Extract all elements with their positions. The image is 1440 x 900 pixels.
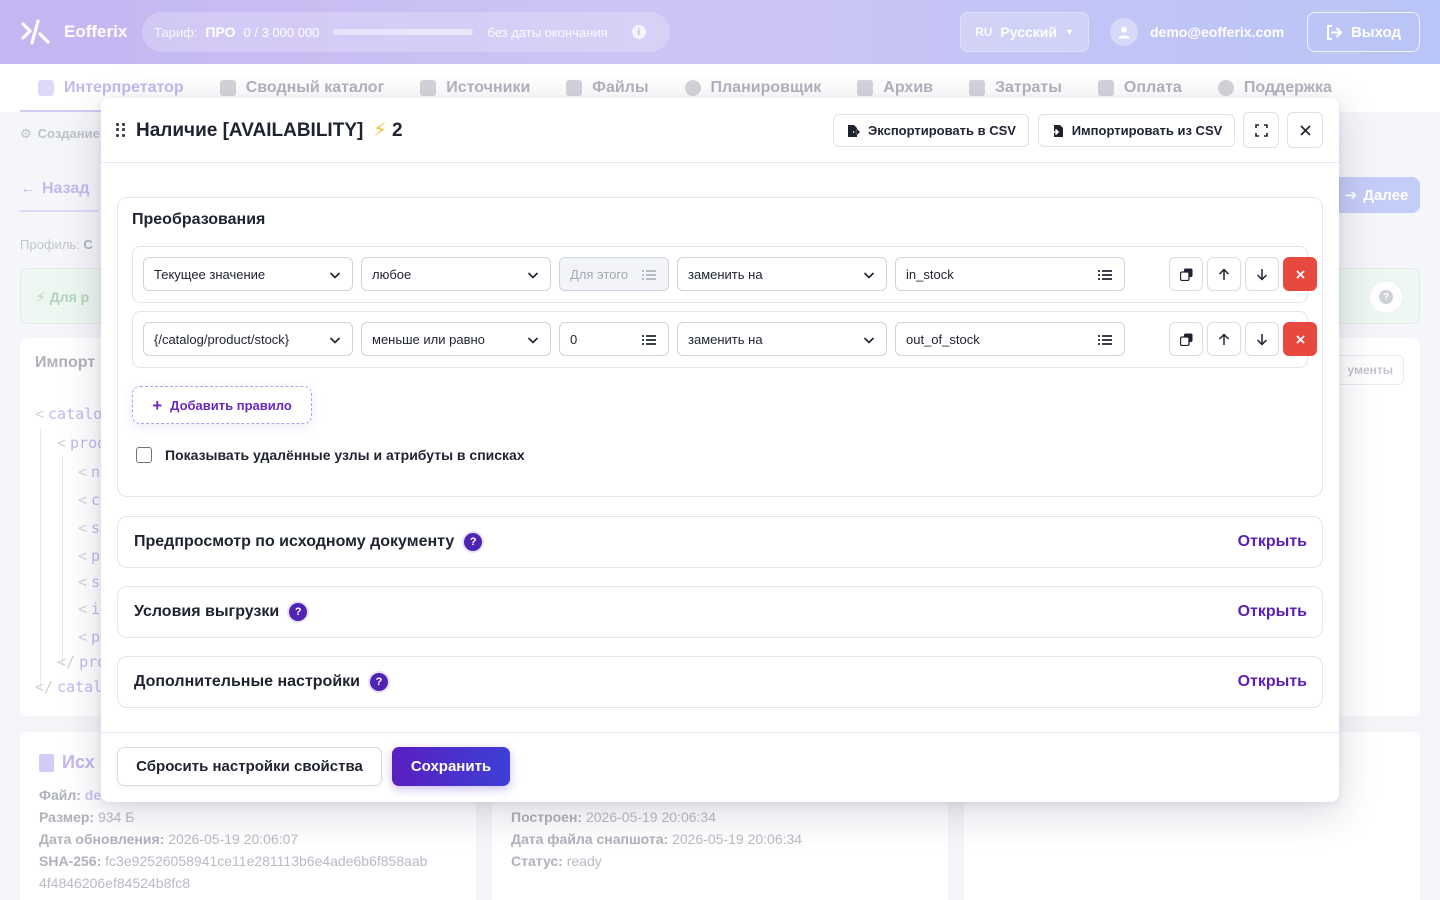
import-icon <box>1051 124 1063 137</box>
move-down-button[interactable] <box>1245 257 1279 291</box>
accordion-title-text: Условия выгрузки <box>134 603 280 620</box>
select-value: заменить на <box>688 331 763 347</box>
chevron-down-icon <box>527 272 539 279</box>
plus-icon: + <box>152 395 163 415</box>
input-value: 0 <box>570 331 578 347</box>
arrow-down-icon <box>1256 268 1268 281</box>
rule-action-select[interactable]: заменить на <box>677 257 887 291</box>
add-rule-button[interactable]: + Добавить правило <box>132 386 312 424</box>
lightning-icon: ⚡ 2 <box>373 120 403 141</box>
accordion-title: Предпросмотр по исходному документу? <box>134 533 483 551</box>
fullscreen-button[interactable] <box>1243 112 1279 148</box>
select-value: {/catalog/product/stock} <box>154 331 290 347</box>
accordion-preview[interactable]: Предпросмотр по исходному документу? Отк… <box>117 516 1323 568</box>
rule-source-select[interactable]: {/catalog/product/stock} <box>143 322 353 356</box>
select-value: Текущее значение <box>154 266 266 282</box>
rule-result-input[interactable]: in_stock <box>895 257 1125 291</box>
copy-icon <box>1179 268 1192 281</box>
expand-icon <box>1254 123 1268 137</box>
accordion-advanced-settings[interactable]: Дополнительные настройки? Открыть <box>117 656 1323 708</box>
rule-row: {/catalog/product/stock} меньше или равн… <box>132 311 1317 368</box>
duplicate-rule-button[interactable] <box>1169 257 1203 291</box>
accordion-open-link[interactable]: Открыть <box>1238 603 1307 621</box>
select-value: любое <box>372 266 412 282</box>
chevron-down-icon <box>527 337 539 344</box>
delete-rule-button[interactable] <box>1283 322 1317 356</box>
export-icon <box>848 124 860 137</box>
list-icon[interactable] <box>1098 333 1112 347</box>
accordion-open-link[interactable]: Открыть <box>1238 533 1307 551</box>
rule-condition-select[interactable]: меньше или равно <box>361 322 551 356</box>
arrow-up-icon <box>1218 332 1230 345</box>
accordion-export-conditions[interactable]: Условия выгрузки? Открыть <box>117 586 1323 638</box>
move-up-button[interactable] <box>1207 257 1241 291</box>
close-icon <box>1299 124 1311 136</box>
duplicate-rule-button[interactable] <box>1169 322 1203 356</box>
chevron-down-icon <box>329 272 341 279</box>
list-icon[interactable] <box>642 268 656 282</box>
copy-icon <box>1179 333 1192 346</box>
modal-title-text: Наличие [AVAILABILITY] <box>136 119 364 141</box>
close-button[interactable] <box>1287 112 1323 148</box>
input-value: in_stock <box>906 266 954 282</box>
chevron-down-icon <box>863 337 875 344</box>
export-label: Экспортировать в CSV <box>868 123 1016 138</box>
footer-divider <box>101 732 1339 733</box>
rule-condition-select[interactable]: любое <box>361 257 551 291</box>
accordion-title-text: Дополнительные настройки <box>134 673 360 690</box>
export-csv-button[interactable]: Экспортировать в CSV <box>833 114 1029 147</box>
save-button[interactable]: Сохранить <box>392 747 510 786</box>
help-icon[interactable]: ? <box>370 673 388 691</box>
add-rule-label: Добавить правило <box>170 397 292 413</box>
accordion-title: Условия выгрузки? <box>134 603 308 621</box>
chevron-down-icon <box>329 337 341 344</box>
show-deleted-label[interactable]: Показывать удалённые узлы и атрибуты в с… <box>165 447 525 463</box>
reset-property-button[interactable]: Сбросить настройки свойства <box>117 747 382 786</box>
arrow-down-icon <box>1256 333 1268 346</box>
drag-handle-icon[interactable] <box>116 123 126 137</box>
accordion-open-link[interactable]: Открыть <box>1238 673 1307 691</box>
move-down-button[interactable] <box>1245 322 1279 356</box>
transformations-title: Преобразования <box>132 211 266 228</box>
list-icon[interactable] <box>1098 268 1112 282</box>
modal-title: Наличие [AVAILABILITY] ⚡ 2 <box>136 119 403 142</box>
rule-operand-input[interactable]: Для этого <box>559 257 669 291</box>
close-icon <box>1295 269 1305 279</box>
select-value: заменить на <box>688 266 763 282</box>
arrow-up-icon <box>1218 267 1230 280</box>
show-deleted-option: Показывать удалённые узлы и атрибуты в с… <box>136 447 525 463</box>
property-modal: Наличие [AVAILABILITY] ⚡ 2 Экспортироват… <box>101 98 1339 802</box>
input-value: out_of_stock <box>906 331 980 347</box>
rule-row: Текущее значение любое Для этого заменит… <box>132 246 1317 303</box>
rule-source-select[interactable]: Текущее значение <box>143 257 353 291</box>
modal-header: Наличие [AVAILABILITY] ⚡ 2 Экспортироват… <box>101 98 1339 163</box>
accordion-title: Дополнительные настройки? <box>134 673 388 691</box>
help-icon[interactable]: ? <box>289 603 308 621</box>
import-label: Импортировать из CSV <box>1071 123 1223 138</box>
chevron-down-icon <box>863 272 875 279</box>
close-icon <box>1295 334 1305 344</box>
help-icon[interactable]: ? <box>464 533 483 551</box>
rule-result-input[interactable]: out_of_stock <box>895 322 1125 356</box>
input-placeholder: Для этого <box>570 266 628 282</box>
move-up-button[interactable] <box>1207 322 1241 356</box>
bolt-count: 2 <box>391 120 403 141</box>
rule-operand-input[interactable]: 0 <box>559 322 669 356</box>
import-csv-button[interactable]: Импортировать из CSV <box>1038 114 1235 147</box>
list-icon[interactable] <box>642 333 656 347</box>
select-value: меньше или равно <box>372 331 485 347</box>
accordion-title-text: Предпросмотр по исходному документу <box>134 533 455 550</box>
rule-action-select[interactable]: заменить на <box>677 322 887 356</box>
delete-rule-button[interactable] <box>1283 257 1317 291</box>
show-deleted-checkbox[interactable] <box>136 447 152 463</box>
